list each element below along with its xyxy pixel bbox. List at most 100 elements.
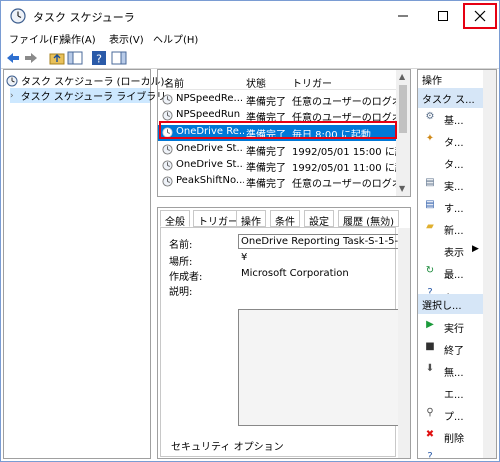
list-header: 名前 状態 トリガー (158, 70, 398, 90)
tab-actions[interactable]: 操作 (236, 210, 266, 228)
minimize-icon (398, 15, 408, 16)
up-folder-icon[interactable] (49, 50, 65, 66)
cell-name: NPSpeedRun (176, 109, 241, 120)
maximize-icon (438, 10, 448, 21)
cell-trigger: 任意のユーザーのログオン時 (292, 179, 398, 190)
action-icon: ⚙ (425, 111, 435, 122)
menu-action[interactable]: 操作(A) (61, 31, 96, 46)
tree-item-library[interactable]: › タスク スケジューラ ライブラリ (10, 88, 166, 103)
tab-conditions[interactable]: 条件 (270, 210, 300, 228)
table-row[interactable]: NPSpeedRe... 準備完了 任意のユーザーのログオン時 (158, 92, 398, 108)
cell-trigger: 1992/05/01 11:00 に起動 (292, 163, 398, 174)
close-button[interactable] (463, 3, 497, 29)
cell-name: NPSpeedRe... (176, 93, 244, 104)
author-value: Microsoft Corporation (241, 268, 349, 279)
task-clock-icon (162, 144, 173, 155)
action-icon: ✦ (425, 133, 435, 144)
task-clock-icon (162, 127, 173, 138)
table-row-selected[interactable]: OneDrive Re... 準備完了 毎日 8:00 に起動 (158, 125, 398, 141)
clock-app-icon (10, 8, 26, 24)
column-header-trigger[interactable]: トリガー (292, 75, 332, 90)
back-arrow-icon[interactable] (5, 50, 21, 66)
task-clock-icon (162, 94, 173, 105)
action-label: 実行 (444, 324, 464, 335)
cell-trigger: 毎日 8:00 に起動 (292, 130, 371, 141)
action-label: 終了 (444, 346, 464, 357)
tree-item-label: タスク スケジューラ (ローカル) (21, 77, 165, 88)
cell-status: 準備完了 (246, 97, 286, 108)
task-clock-icon (162, 160, 173, 171)
task-clock-icon (162, 176, 173, 187)
action-label: 表示 (444, 248, 464, 259)
action-label: 削除 (444, 434, 464, 445)
scroll-down-icon[interactable]: ▼ (399, 184, 405, 193)
action-label: 無... (444, 368, 464, 379)
cell-name: OneDrive St... (176, 159, 244, 170)
action-icon: ↻ (425, 265, 435, 276)
section-title: 選択し... (422, 301, 462, 312)
action-label: 実... (444, 182, 464, 193)
console-tree: タスク スケジューラ (ローカル) › タスク スケジューラ ライブラリ (3, 69, 166, 459)
cell-status: 準備完了 (246, 179, 286, 190)
tree-item-local[interactable]: タスク スケジューラ (ローカル) (6, 73, 164, 88)
table-row[interactable]: OneDrive St... 準備完了 1992/05/01 11:00 に起動 (158, 158, 398, 174)
tab-history[interactable]: 履歴 (無効) (338, 210, 399, 228)
column-header-status[interactable]: 状態 (246, 75, 266, 90)
action-label: プ... (444, 412, 464, 423)
menu-file[interactable]: ファイル(F) (9, 31, 63, 46)
action-icon: ▰ (426, 221, 434, 232)
toolbar: ? (1, 47, 499, 69)
table-row[interactable]: OneDrive St... 準備完了 1992/05/01 15:00 に起動 (158, 142, 398, 158)
cell-status: 準備完了 (246, 113, 286, 124)
window-title: タスク スケジューラ (33, 11, 135, 24)
scroll-up-icon[interactable]: ▲ (399, 72, 405, 81)
forward-arrow-icon[interactable] (23, 50, 39, 66)
menu-help[interactable]: ヘルプ(H) (153, 31, 198, 46)
action-label: 基... (444, 116, 464, 127)
close-icon (474, 10, 486, 22)
help-icon[interactable]: ? (91, 50, 107, 66)
table-row[interactable]: PeakShiftNo... 準備完了 任意のユーザーのログオン時 (158, 174, 398, 190)
action-icon: ▤ (425, 177, 435, 188)
action-icon (424, 385, 436, 397)
clock-icon (6, 75, 18, 86)
action-icon (424, 243, 436, 255)
details-scrollbar[interactable] (398, 228, 410, 458)
name-field[interactable]: OneDrive Reporting Task-S-1-5-21- (238, 234, 400, 249)
show-hide-action-pane-icon[interactable] (111, 50, 127, 66)
submenu-arrow-icon: ▶ (472, 244, 479, 254)
action-label: 新... (444, 226, 464, 237)
cell-status: 準備完了 (246, 147, 286, 158)
list-scrollbar[interactable]: ▲ ▼ (396, 70, 410, 196)
action-label: タ... (444, 138, 464, 149)
table-row[interactable]: NPSpeedRun 準備完了 任意のユーザーのログオン時 (158, 108, 398, 124)
cell-name: OneDrive Re... (176, 126, 244, 137)
actions-scrollbar[interactable] (483, 70, 496, 458)
column-header-name[interactable]: 名前 (164, 75, 184, 90)
maximize-button[interactable] (425, 1, 461, 30)
minimize-button[interactable] (385, 1, 421, 30)
general-pane: 名前: OneDrive Reporting Task-S-1-5-21- 場所… (160, 227, 400, 457)
action-label: 最... (444, 270, 464, 281)
menu-view[interactable]: 表示(V) (109, 31, 144, 46)
action-label: タ... (444, 160, 464, 171)
location-label: 場所: (169, 257, 193, 268)
section-title: タスク ス... (422, 95, 475, 106)
cell-trigger: 任意のユーザーのログオン時 (292, 97, 398, 108)
action-icon: ✖ (425, 429, 435, 440)
task-list: 名前 状態 トリガー NPSpeedRe... 準備完了 任意のユーザーのログオ… (157, 69, 411, 197)
tree-item-label: タスク スケジューラ ライブラリ (20, 92, 167, 103)
location-value: ¥ (241, 252, 248, 263)
chevron-right-icon[interactable]: › (10, 91, 14, 101)
action-label: エ... (444, 390, 464, 401)
cell-status: 準備完了 (246, 130, 286, 141)
action-icon: ▤ (425, 199, 435, 210)
show-hide-console-tree-icon[interactable] (67, 50, 83, 66)
description-field[interactable] (238, 309, 400, 426)
scroll-thumb[interactable] (399, 85, 407, 133)
action-label: す... (444, 204, 464, 215)
tab-settings[interactable]: 設定 (304, 210, 334, 228)
tab-general[interactable]: 全般 (160, 210, 190, 228)
action-icon: ▶ (426, 319, 434, 330)
title-bar: タスク スケジューラ (1, 1, 499, 30)
